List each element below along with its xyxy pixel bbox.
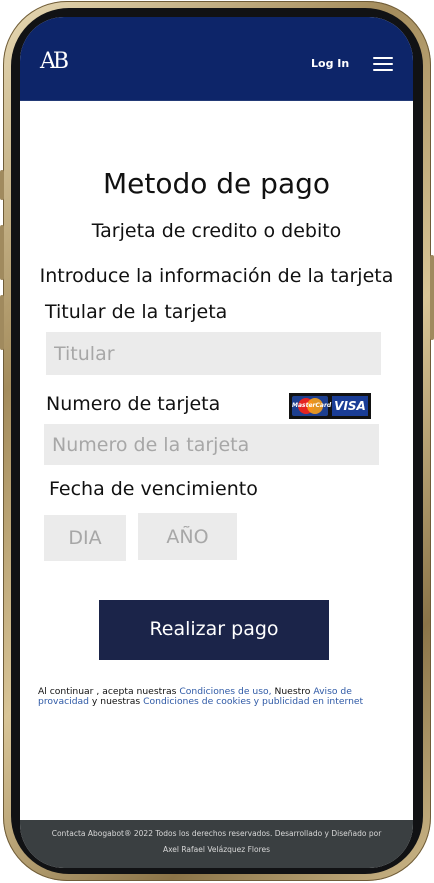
side-button: [0, 295, 4, 350]
page-subtitle: Tarjeta de credito o debito: [91, 220, 342, 242]
side-button: [430, 255, 434, 340]
cardholder-label: Titular de la tarjeta: [45, 301, 228, 323]
card-number-label: Numero de tarjeta: [46, 393, 221, 415]
login-link[interactable]: Log In: [311, 57, 349, 70]
side-button: [0, 225, 4, 280]
phone-screen: AB Log In Metodo de pago Tarjeta de cred…: [20, 17, 413, 868]
pay-button[interactable]: Realizar pago: [99, 600, 329, 660]
card-logos: MasterCard VISA: [289, 393, 371, 419]
legal-text: y nuestras: [89, 696, 144, 707]
page-title: Metodo de pago: [102, 167, 331, 200]
hamburger-menu-icon[interactable]: [373, 56, 395, 72]
expiry-day-input[interactable]: [44, 515, 126, 561]
intro-text: Introduce la información de la tarjeta: [39, 265, 394, 287]
legal-notice: Al continuar , acepta nuestras Condicion…: [38, 687, 398, 707]
site-header: AB Log In: [20, 17, 413, 101]
card-number-input[interactable]: [44, 424, 379, 465]
expiry-year-input[interactable]: [138, 513, 237, 560]
footer-author: Axel Rafael Velázquez Flores: [162, 845, 271, 854]
mastercard-icon: MasterCard: [292, 396, 331, 416]
cardholder-input[interactable]: [46, 332, 381, 375]
site-footer: Contacta Abogabot® 2022 Todos los derech…: [20, 820, 413, 868]
side-button: [0, 170, 4, 200]
cookies-link[interactable]: Condiciones de cookies y publicidad en i…: [143, 696, 363, 707]
visa-icon: VISA: [332, 396, 368, 416]
logo[interactable]: AB: [40, 49, 69, 74]
footer-copyright: Contacta Abogabot® 2022 Todos los derech…: [51, 829, 382, 838]
expiry-label: Fecha de vencimiento: [49, 478, 258, 500]
